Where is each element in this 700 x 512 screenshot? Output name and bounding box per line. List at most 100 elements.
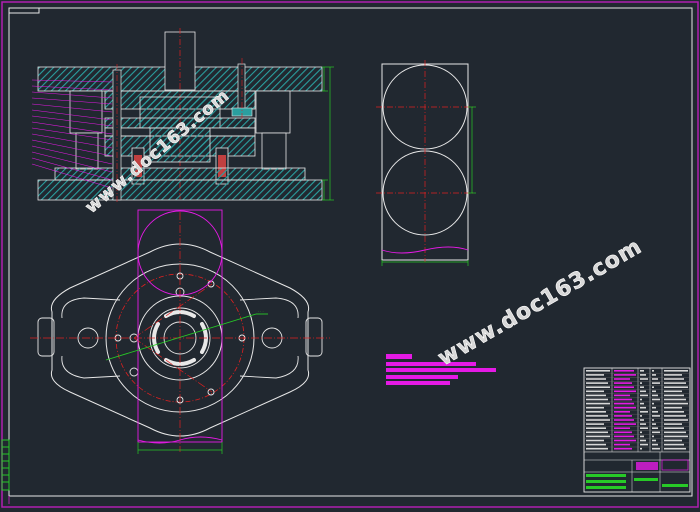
parts-list-cell [640, 431, 642, 434]
parts-list-cell [614, 386, 634, 388]
parts-list-cell [640, 435, 644, 438]
parts-list-cell [652, 415, 660, 417]
parts-list-cell [664, 423, 682, 425]
parts-list-cell [640, 390, 646, 393]
parts-list-cell [586, 406, 604, 409]
parts-list-rows [584, 370, 690, 452]
parts-list-cell [652, 398, 660, 401]
parts-list-cell [652, 447, 660, 450]
parts-list-cell [640, 382, 642, 384]
parts-list-cell [640, 427, 648, 429]
parts-list-cell [664, 382, 686, 384]
parts-list-cell [652, 378, 658, 380]
parts-list-cell [586, 370, 610, 372]
strip-layout-view [376, 60, 476, 266]
parts-list-cell [640, 394, 648, 397]
parts-list-cell [586, 415, 608, 417]
parts-list-cell [652, 406, 656, 409]
parts-list-cell [652, 374, 656, 376]
parts-list-cell [614, 435, 634, 438]
parts-list-cell [586, 378, 606, 380]
parts-list-cell [614, 447, 632, 450]
parts-list-cell [586, 398, 608, 401]
parts-list-cell [664, 394, 684, 397]
parts-list-cell [614, 390, 636, 393]
parts-list-cell [664, 443, 684, 446]
parts-list-cell [586, 411, 606, 413]
parts-list-cell [614, 419, 634, 421]
parts-list-cell [664, 419, 688, 421]
parts-list-cell [652, 419, 654, 421]
parts-list-cell [614, 382, 632, 384]
parts-list-cell [614, 402, 634, 405]
parts-list-cell [586, 419, 610, 421]
parts-list-cell [640, 386, 644, 388]
parts-list-cell [664, 411, 684, 413]
parts-list-cell [640, 419, 644, 421]
parts-list-cell [664, 415, 686, 417]
parts-list-cell [586, 374, 604, 376]
parts-list-cell [652, 435, 654, 438]
parts-list-cell [614, 370, 634, 372]
parts-list-cell [614, 374, 636, 376]
parts-list-cell [640, 447, 642, 450]
parts-list-cell [640, 415, 642, 417]
parts-list-cell [664, 398, 686, 401]
parts-list-cell [640, 406, 646, 409]
parts-list-cell [586, 439, 604, 442]
parts-list-cell [652, 423, 656, 425]
parts-list-cell [586, 386, 610, 388]
parts-list-cell [652, 390, 656, 393]
parts-list-cell [652, 427, 658, 429]
parts-list-cell [614, 423, 636, 425]
parts-list-cell [640, 439, 646, 442]
parts-list-cell [586, 435, 610, 438]
parts-list-cell [664, 435, 688, 438]
parts-list-cell [664, 386, 688, 388]
parts-list-cell [614, 427, 630, 429]
parts-list-cell [586, 390, 604, 393]
parts-list-cell [586, 443, 606, 446]
title-block [583, 367, 691, 493]
parts-list-cell [614, 378, 630, 380]
parts-list-cell [664, 431, 686, 434]
parts-list-cell [586, 427, 606, 429]
parts-list-cell [640, 411, 648, 413]
parts-list-cell [664, 406, 682, 409]
parts-list-cell [640, 398, 642, 401]
parts-list-cell [640, 423, 646, 425]
parts-list-cell [664, 374, 682, 376]
svg-text:. . .: . . . [258, 309, 264, 313]
parts-list-cell [652, 431, 660, 434]
parts-list-cell [640, 374, 646, 376]
parts-list-cell [640, 378, 648, 380]
parts-list-cell [586, 382, 608, 384]
parts-list-cell [652, 411, 658, 413]
parts-list-cell [586, 423, 604, 425]
parts-list-cell [664, 390, 682, 393]
parts-list-cell [652, 382, 660, 384]
parts-list-cell [586, 447, 608, 450]
parts-list-cell [614, 394, 630, 397]
parts-list-cell [640, 370, 644, 372]
parts-list-cell [586, 402, 610, 405]
parts-list-cell [652, 394, 658, 397]
parts-list-cell [664, 378, 684, 380]
parts-list-cell [614, 411, 630, 413]
parts-list-cell [652, 402, 654, 405]
parts-list-cell [640, 402, 644, 405]
parts-list-cell [614, 443, 630, 446]
parts-list-cell [652, 439, 656, 442]
parts-list-cell [664, 427, 684, 429]
parts-list-cell [652, 443, 658, 446]
parts-list-cell [614, 398, 632, 401]
parts-list-cell [640, 443, 648, 446]
parts-list-cell [664, 447, 686, 450]
parts-list-cell [664, 402, 688, 405]
parts-list-cell [664, 439, 682, 442]
parts-list-cell [614, 406, 636, 409]
plan-view: . . . [30, 209, 330, 454]
parts-list-cell [664, 370, 688, 372]
parts-list-cell [586, 394, 606, 397]
parts-list-cell [652, 370, 654, 372]
